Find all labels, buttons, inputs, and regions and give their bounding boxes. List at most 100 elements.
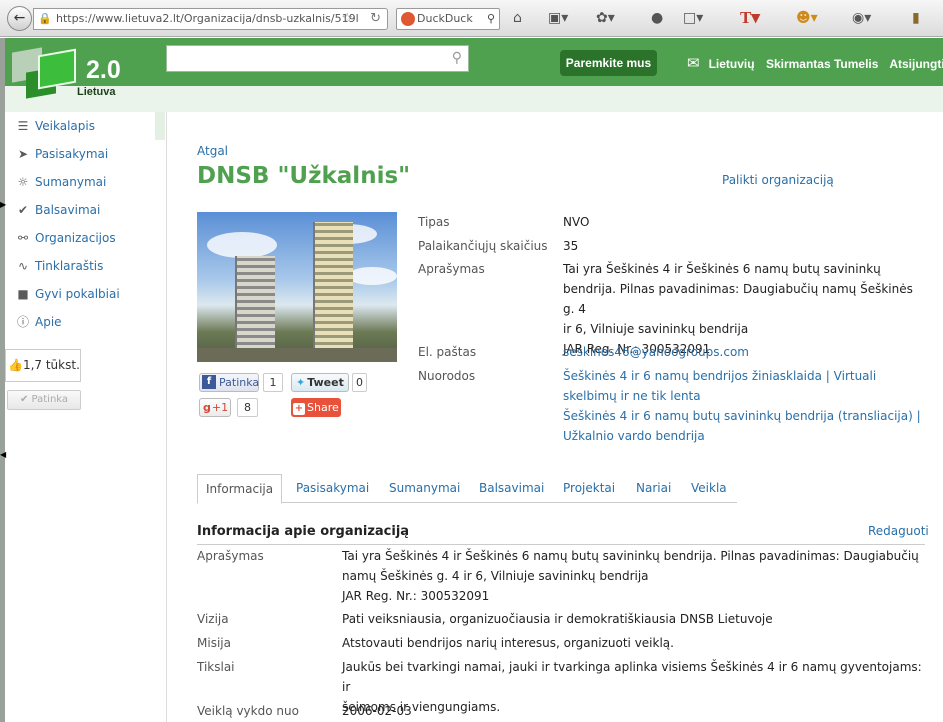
org-link-line: Šeškinės 4 ir 6 namų bendrijos žiniaskla… (563, 369, 877, 383)
addon-eye-icon[interactable]: ◉▾ (852, 9, 871, 27)
sidebar-item-apie[interactable]: ⓘ Apie (5, 308, 165, 336)
support-button[interactable]: Paremkite mus (560, 50, 657, 76)
browser-toolbar: ← 🔒 https://www.lietuva2.lt/Organizacija/… (0, 0, 943, 37)
sidebar-item-pasisakymai[interactable]: ➤ Pasisakymai (5, 140, 165, 168)
facebook-icon: f (202, 375, 216, 389)
header-subbar (5, 86, 943, 112)
description-line: Tai yra Šeškinės 4 ir Šeškinės 6 namų bu… (563, 262, 881, 276)
logout-link[interactable]: Atsijungti (889, 57, 943, 71)
sidebar-item-label: Veikalapis (35, 119, 95, 133)
gplus-counter: 8 (237, 398, 258, 417)
leave-organization-link[interactable]: Palikti organizaciją (722, 173, 834, 187)
type-label: Tipas (418, 215, 450, 229)
addon-folder-icon[interactable]: □▾ (683, 9, 703, 27)
sidebar-nav: ☰ Veikalapis ➤ Pasisakymai ☼ Sumanymai ✔ Bal… (5, 112, 165, 336)
photo-building-left (235, 256, 275, 352)
browser-search-placeholder: DuckDuck (417, 12, 473, 25)
vision-value: Pati veiksniausia, organizuočiausia ir d… (342, 612, 773, 626)
tab-projektai[interactable]: Projektai (563, 474, 615, 503)
site-search-input[interactable]: ⚲ (166, 45, 469, 72)
photo-cloud (347, 267, 397, 285)
links-value: Šeškinės 4 ir 6 namų bendrijos žiniaskla… (563, 366, 923, 446)
search-icon[interactable]: ⚲ (452, 50, 462, 66)
google-plus-button[interactable]: g+1 (199, 398, 231, 417)
description-line: ir 6, Vilniuje savininkų bendrija (563, 322, 749, 336)
mail-icon[interactable]: ✉ (687, 55, 700, 72)
address-bar[interactable]: 🔒 https://www.lietuva2.lt/Organizacija/dn… (33, 8, 388, 30)
edit-link[interactable]: Redaguoti (868, 524, 929, 538)
home-icon[interactable]: ⌂ (513, 9, 522, 27)
logo-version: 2.0 (86, 56, 121, 84)
reload-icon[interactable]: ↻ (370, 9, 381, 29)
lock-icon: 🔒 (38, 12, 52, 25)
info-description-value: Tai yra Šeškinės 4 ir Šeškinės 6 namų bu… (342, 546, 922, 606)
sidebar-item-label: Gyvi pokalbiai (35, 287, 120, 301)
list-icon: ☰ (17, 119, 29, 133)
fb-like-label: Patinka (219, 376, 260, 389)
user-name-link[interactable]: Skirmantas Tumelis (766, 57, 879, 71)
share-button[interactable]: + Share (291, 398, 341, 417)
site-logo[interactable]: 2.0 Lietuva (8, 44, 128, 104)
language-link[interactable]: Lietuvių (709, 57, 755, 71)
tab-sumanymai[interactable]: Sumanymai (389, 474, 460, 503)
photo-cloud (207, 232, 277, 258)
tab-pasisakymai[interactable]: Pasisakymai (296, 474, 369, 503)
sidebar-item-veikalapis[interactable]: ☰ Veikalapis (5, 112, 165, 140)
addon-bug-icon[interactable]: ✿▾ (596, 9, 615, 27)
facebook-like-button[interactable]: f Patinka (199, 373, 259, 392)
photo-ground (197, 348, 397, 362)
photo-building-right (313, 222, 353, 352)
tab-nariai[interactable]: Nariai (636, 474, 671, 503)
description-line: bendrija. Pilnas pavadinimas: Daugiabuči… (563, 282, 913, 316)
goals-label: Tikslai (197, 660, 235, 674)
sidebar-item-organizacijos[interactable]: ⚯ Organizacijos (5, 224, 165, 252)
magnifier-icon[interactable]: ⚲ (487, 9, 495, 29)
lightbulb-icon: ☼ (17, 175, 29, 189)
vote-check-icon: ✔ (17, 203, 29, 217)
sidebar-item-label: Apie (35, 315, 62, 329)
fb-like-count-box: 👍1,7 tūkst. (5, 349, 81, 382)
sidebar-item-gyvi-pokalbiai[interactable]: ■ Gyvi pokalbiai (5, 280, 165, 308)
since-label: Veiklą vykdo nuo (197, 704, 299, 718)
fb-like-counter: 1 (263, 373, 283, 392)
org-link-line: skelbimų ir ne tik lenta (563, 389, 701, 403)
back-link[interactable]: Atgal (197, 144, 228, 158)
duckduckgo-icon (401, 12, 415, 26)
tab-veikla[interactable]: Veikla (691, 474, 727, 503)
org-link-1[interactable]: Šeškinės 4 ir 6 namų bendrijos žiniaskla… (563, 366, 923, 406)
addon-book-icon[interactable]: ▮ (912, 9, 920, 27)
addon-t-icon[interactable]: T▾ (740, 9, 760, 27)
addon-face-icon[interactable]: ☻▾ (796, 9, 818, 27)
bookmarks-icon[interactable]: ▣▾ (548, 9, 568, 27)
addon-molecule-icon[interactable]: ● (651, 9, 663, 27)
sidebar-item-sumanymai[interactable]: ☼ Sumanymai (5, 168, 165, 196)
org-link-2[interactable]: Šeškinės 4 ir 6 namų butų savininkų bend… (563, 406, 923, 446)
tweet-counter: 0 (352, 373, 367, 392)
back-arrow-icon[interactable]: ← (7, 6, 32, 31)
bookmark-star-icon[interactable]: ☆ (341, 9, 353, 29)
tweet-button[interactable]: ✦ Tweet (291, 373, 349, 392)
tab-balsavimai[interactable]: Balsavimai (479, 474, 544, 503)
browser-search-box[interactable]: DuckDuck ⚲ (396, 8, 500, 30)
info-description-line: namų Šeškinės g. 4 ir 6, Vilniuje savini… (342, 569, 649, 583)
info-icon: ⓘ (16, 315, 29, 329)
sidebar-item-tinklarastis[interactable]: ∿ Tinklaraštis (5, 252, 165, 280)
info-heading: Informacija apie organizaciją (197, 524, 410, 539)
sidebar-item-label: Organizacijos (35, 231, 116, 245)
check-icon: ✔ (19, 394, 29, 405)
twitter-bird-icon: ✦ (296, 376, 306, 389)
fb-like-button[interactable]: ✔ Patinka (7, 390, 81, 410)
thumbs-up-icon: 👍 (8, 358, 23, 372)
expand-arrow-icon[interactable]: ◀ (0, 450, 6, 459)
sidebar-item-label: Balsavimai (35, 203, 101, 217)
sidebar-item-balsavimai[interactable]: ✔ Balsavimai (5, 196, 165, 224)
header-nav: ✉ Lietuvių Skirmantas Tumelis Atsijungti (687, 54, 943, 72)
email-link[interactable]: seskines46@yahoogroups.com (563, 342, 923, 362)
supporters-value: 35 (563, 239, 579, 253)
tab-informacija[interactable]: Informacija (197, 474, 283, 504)
info-description-line: Tai yra Šeškinės 4 ir Šeškinės 6 namų bu… (342, 549, 919, 563)
logo-country: Lietuva (77, 86, 116, 98)
rss-icon: ∿ (17, 259, 29, 273)
like-button-label: Patinka (31, 394, 69, 405)
since-value: 2006-02-03 (342, 704, 412, 718)
